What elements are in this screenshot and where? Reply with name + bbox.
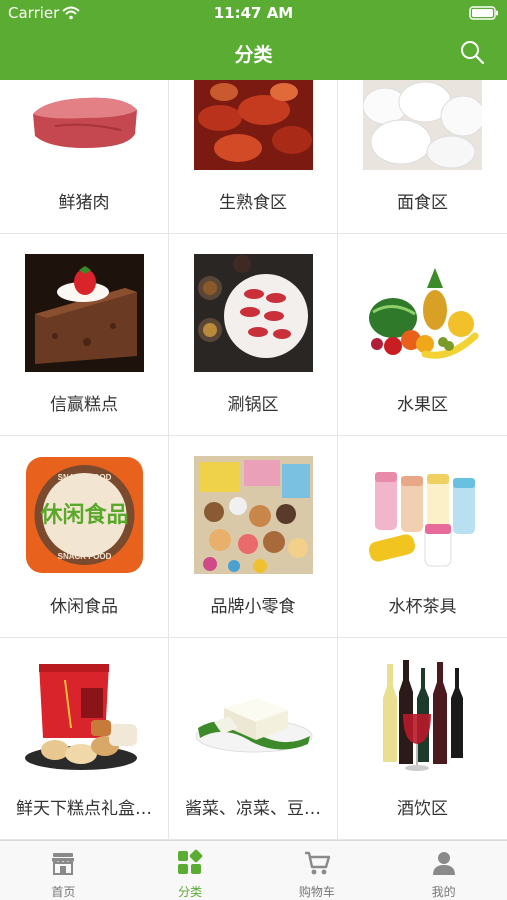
snack-logo-main: 休闲食品: [39, 502, 128, 528]
status-bar: Carrier 11:47 AM: [0, 0, 507, 26]
top-bar: Carrier 11:47 AM 分类: [0, 0, 507, 80]
category-item-pastry[interactable]: 信赢糕点: [0, 234, 169, 436]
category-item-snacks[interactable]: SNACK FOOD 休闲食品 SNACK FOOD 休闲食品: [0, 436, 169, 638]
category-label: 水杯茶具: [388, 597, 457, 617]
category-grid: 鲜猪肉 生熟食区 面食区 信赢糕点 涮锅区 水果区 SNACK FOOD 休闲食…: [0, 80, 507, 840]
category-icon: [178, 849, 203, 874]
app: Carrier 11:47 AM 分类 鲜猪肉 生熟食区 面食区 信赢糕点 涮锅…: [0, 0, 507, 900]
roast-duck-image: [194, 80, 313, 170]
category-label: 信赢糕点: [50, 395, 118, 415]
tab-cart[interactable]: 购物车: [254, 841, 381, 900]
hotpot-image: [194, 254, 313, 372]
category-item-drinks[interactable]: 酒饮区: [338, 638, 507, 840]
category-item-cups[interactable]: 水杯茶具: [338, 436, 507, 638]
status-time: 11:47 AM: [213, 4, 294, 22]
tab-label: 购物车: [298, 885, 335, 899]
pastry-gift-box-image: [25, 664, 137, 770]
cart-icon: [304, 851, 331, 875]
snack-logo-bottom: SNACK FOOD: [58, 552, 112, 561]
category-item-brand-snacks[interactable]: 品牌小零食: [169, 436, 338, 638]
user-icon: [432, 852, 455, 875]
steamed-buns-image: [363, 80, 482, 170]
store-icon: [52, 853, 75, 875]
category-label: 鲜猪肉: [58, 193, 110, 213]
snack-food-logo-image: SNACK FOOD 休闲食品 SNACK FOOD: [26, 457, 143, 573]
battery-icon: [469, 6, 498, 20]
tab-mine[interactable]: 我的: [380, 841, 507, 900]
tofu-image: [195, 698, 313, 753]
category-label: 酱菜、凉菜、豆…: [185, 799, 321, 819]
pork-image: [33, 97, 137, 148]
category-item-hotpot[interactable]: 涮锅区: [169, 234, 338, 436]
nav-bar: 分类: [0, 26, 507, 80]
category-grid-inner: 鲜猪肉 生熟食区 面食区 信赢糕点 涮锅区 水果区 SNACK FOOD 休闲食…: [0, 80, 507, 840]
category-label: 生熟食区: [219, 193, 287, 213]
category-label: 面食区: [397, 193, 448, 213]
category-label: 休闲食品: [50, 597, 118, 617]
tab-label: 我的: [431, 885, 456, 899]
category-label: 酒饮区: [397, 799, 448, 819]
category-label: 涮锅区: [227, 395, 279, 415]
tab-label: 首页: [51, 885, 76, 899]
snacks-image: [194, 456, 313, 574]
category-item-pork[interactable]: 鲜猪肉: [0, 80, 169, 234]
cake-image: [25, 254, 144, 372]
tab-label: 分类: [178, 885, 203, 899]
fruit-image: [369, 268, 479, 359]
tab-bar: 首页 分类 购物车 我的: [0, 840, 507, 900]
category-item-noodles[interactable]: 面食区: [338, 80, 507, 234]
wine-image: [383, 660, 463, 771]
category-label: 水果区: [397, 395, 448, 415]
category-label: 品牌小零食: [210, 597, 296, 617]
cups-image: [368, 472, 475, 567]
search-icon[interactable]: [459, 39, 485, 65]
category-item-gift-box[interactable]: 鲜天下糕点礼盒…: [0, 638, 169, 840]
category-item-cooked-food[interactable]: 生熟食区: [169, 80, 338, 234]
snack-logo-top: SNACK FOOD: [58, 473, 112, 482]
category-label: 鲜天下糕点礼盒…: [16, 799, 152, 819]
page-title: 分类: [234, 44, 273, 66]
tab-home[interactable]: 首页: [0, 841, 127, 900]
category-item-pickles[interactable]: 酱菜、凉菜、豆…: [169, 638, 338, 840]
category-item-fruit[interactable]: 水果区: [338, 234, 507, 436]
tab-category[interactable]: 分类: [127, 841, 254, 900]
